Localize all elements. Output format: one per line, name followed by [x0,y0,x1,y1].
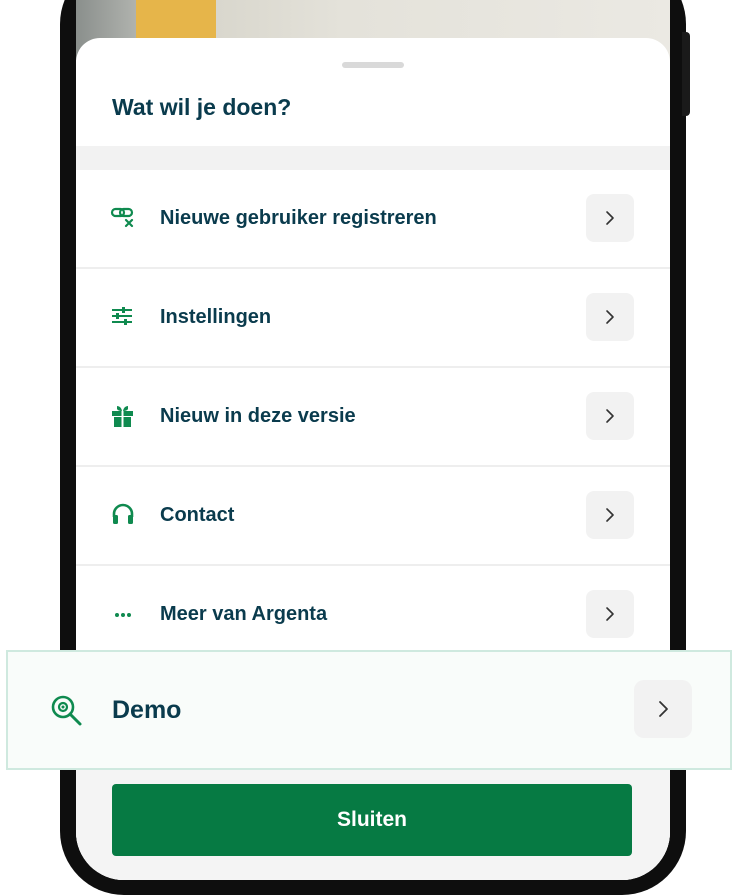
menu-item-label: Instellingen [160,306,272,328]
chevron-right-icon [606,607,614,621]
demo-search-icon [50,694,84,728]
sliders-icon [110,304,136,330]
chevron-right-button[interactable] [586,194,634,242]
menu-item-contact[interactable]: Contact [76,467,670,566]
close-button[interactable]: Sluiten [112,784,632,856]
menu-item-demo[interactable]: Demo [6,650,732,770]
section-divider [76,146,670,170]
chevron-right-button[interactable] [586,392,634,440]
chevron-right-icon [606,508,614,522]
menu-item-label: Nieuw in deze versie [160,405,356,427]
more-dots-icon [110,601,136,627]
chevron-right-icon [606,409,614,423]
link-remove-icon [110,205,136,231]
menu-item-label: Meer van Argenta [160,603,328,625]
menu-item-label: Nieuwe gebruiker registreren [160,207,437,229]
drag-handle[interactable] [342,62,404,68]
menu-item-label: Demo [112,696,182,724]
headset-icon [110,502,136,528]
gift-icon [110,403,136,429]
phone-side-button [682,32,690,116]
menu-item-register-user[interactable]: Nieuwe gebruiker registreren [76,170,670,269]
menu-item-settings[interactable]: Instellingen [76,269,670,368]
menu-item-label: Contact [160,504,235,526]
chevron-right-button[interactable] [586,590,634,638]
menu-item-whats-new[interactable]: Nieuw in deze versie [76,368,670,467]
sheet-title: Wat wil je doen? [112,94,292,120]
chevron-right-button[interactable] [634,680,692,738]
chevron-right-button[interactable] [586,293,634,341]
chevron-right-icon [659,701,668,717]
chevron-right-icon [606,211,614,225]
chevron-right-icon [606,310,614,324]
chevron-right-button[interactable] [586,491,634,539]
